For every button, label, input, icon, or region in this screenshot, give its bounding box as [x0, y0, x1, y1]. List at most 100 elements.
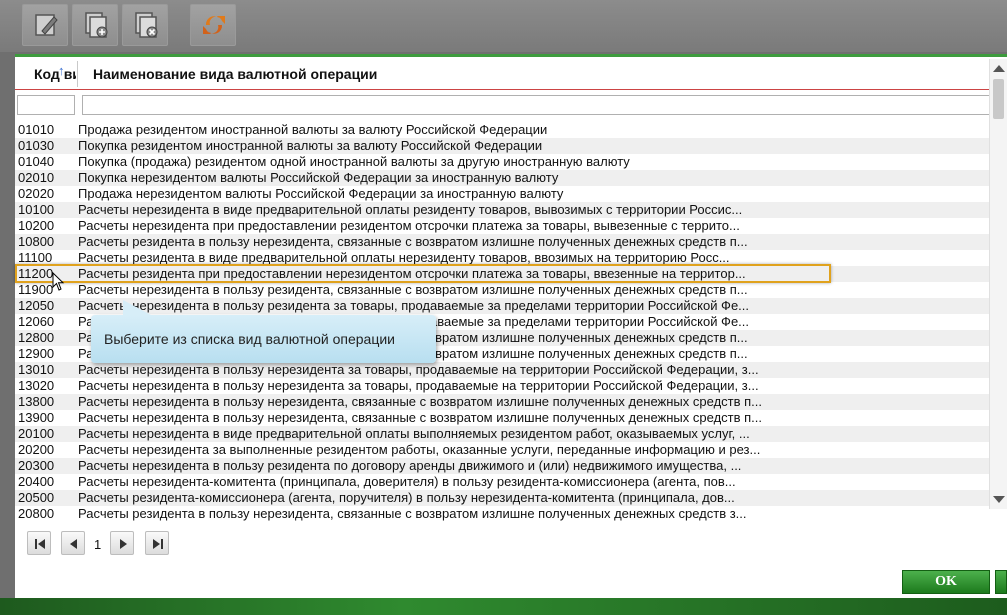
row-code: 20300 — [18, 458, 55, 473]
refresh-icon — [203, 16, 225, 34]
row-code: 20400 — [18, 474, 55, 489]
toolbar — [0, 0, 1007, 52]
next-page-icon — [120, 539, 127, 549]
row-code: 13010 — [18, 362, 55, 377]
last-page-button[interactable] — [145, 531, 169, 555]
table-row[interactable]: 20200 Расчеты нерезидента за выполненные … — [15, 442, 989, 458]
table-row[interactable]: 20800 Расчеты резидента в пользу нерезиде… — [15, 506, 989, 522]
row-name: Расчеты нерезидента при предоставлении р… — [78, 218, 740, 233]
row-code: 01030 — [18, 138, 55, 153]
scroll-up-icon[interactable] — [993, 65, 1005, 72]
delete-document-icon — [135, 12, 158, 38]
add-button[interactable] — [72, 4, 118, 46]
table-row[interactable]: 20400 Расчеты нерезидента-комитента (прин… — [15, 474, 989, 490]
row-name: Расчеты нерезидента в виде предварительн… — [78, 426, 750, 441]
edit-icon — [35, 14, 58, 36]
row-code: 12800 — [18, 330, 55, 345]
next-page-button[interactable] — [110, 531, 134, 555]
row-code: 01040 — [18, 154, 55, 169]
row-code: 12050 — [18, 298, 55, 313]
scroll-thumb[interactable] — [993, 79, 1004, 119]
table-row[interactable]: 13020 Расчеты нерезидента в пользу нерези… — [15, 378, 989, 394]
row-code: 10100 — [18, 202, 55, 217]
row-name: Расчеты нерезидента в пользу нерезидента… — [78, 394, 762, 409]
row-name: Расчеты нерезидента в пользу нерезидента… — [78, 410, 762, 425]
row-code: 20200 — [18, 442, 55, 457]
row-code: 12900 — [18, 346, 55, 361]
delete-button[interactable] — [122, 4, 168, 46]
ok-button[interactable]: OK — [902, 570, 990, 594]
table-row[interactable]: 01030 Покупка резидентом иностранной валю… — [15, 138, 989, 154]
table-row[interactable]: 20300 Расчеты нерезидента в пользу резиде… — [15, 458, 989, 474]
row-name: Покупка (продажа) резидентом одной иност… — [78, 154, 630, 169]
row-code: 20100 — [18, 426, 55, 441]
row-code: 02020 — [18, 186, 55, 201]
mouse-pointer-icon — [52, 272, 65, 291]
row-code: 20800 — [18, 506, 55, 521]
edit-button[interactable] — [22, 4, 68, 46]
table-row[interactable]: 12050 Расчеты нерезидента в пользу резиде… — [15, 298, 989, 314]
hint-tooltip: Выберите из списка вид валютной операции — [91, 300, 436, 363]
table-row[interactable]: 02020 Продажа нерезидентом валюты Российс… — [15, 186, 989, 202]
name-filter-input[interactable] — [82, 95, 1007, 115]
table-row[interactable]: 13900 Расчеты нерезидента в пользу нерези… — [15, 410, 989, 426]
previous-page-button[interactable] — [61, 531, 85, 555]
tooltip-pointer — [123, 300, 151, 315]
row-name: Расчеты нерезидента за выполненные резид… — [78, 442, 761, 457]
selected-row-highlight — [15, 264, 831, 283]
row-code: 20500 — [18, 490, 55, 505]
table-row[interactable]: 10800 Расчеты резидента в пользу нерезиде… — [15, 234, 989, 250]
sort-up-icon[interactable]: ↑ — [58, 63, 65, 78]
table-row[interactable]: 10200 Расчеты нерезидента при предоставле… — [15, 218, 989, 234]
table-row[interactable]: 01040 Покупка (продажа) резидентом одной … — [15, 154, 989, 170]
row-name: Расчеты нерезидента в пользу нерезидента… — [78, 378, 759, 393]
table-row[interactable]: 01010 Продажа резидентом иностранной валю… — [15, 122, 989, 138]
column-header-name[interactable]: Наименование вида валютной операции — [93, 66, 377, 82]
table-row[interactable]: 13010 Расчеты нерезидента в пользу нерези… — [15, 362, 989, 378]
row-code: 02010 — [18, 170, 55, 185]
table-row[interactable]: 20500 Расчеты резидента-комиссионера (аге… — [15, 490, 989, 506]
row-name: Расчеты нерезидента в пользу резидента з… — [78, 298, 750, 313]
row-name: Расчеты нерезидента в пользу резидента п… — [78, 458, 742, 473]
row-code: 13020 — [18, 378, 55, 393]
row-name: Расчеты нерезидента-комитента (принципал… — [78, 474, 736, 489]
row-code: 12060 — [18, 314, 55, 329]
first-page-button[interactable] — [27, 531, 51, 555]
add-document-icon — [85, 12, 108, 38]
row-name: Расчеты резидента в пользу нерезидента, … — [78, 234, 748, 249]
row-name: Расчеты нерезидента в виде предварительн… — [78, 202, 743, 217]
row-name: Покупка резидентом иностранной валюты за… — [78, 138, 543, 153]
table-row[interactable]: 11900 Расчеты нерезидента в пользу резиде… — [15, 282, 989, 298]
row-code: 01010 — [18, 122, 55, 137]
scroll-down-icon[interactable] — [993, 496, 1005, 503]
table-row[interactable]: 13800 Расчеты нерезидента в пользу нерези… — [15, 394, 989, 410]
row-name: Продажа нерезидентом валюты Российской Ф… — [78, 186, 564, 201]
row-code: 13900 — [18, 410, 55, 425]
row-code: 10800 — [18, 234, 55, 249]
row-name: Расчеты нерезидента в пользу резидента, … — [78, 282, 748, 297]
code-filter-input[interactable] — [17, 95, 75, 115]
vertical-scrollbar[interactable] — [989, 59, 1007, 509]
first-page-icon — [35, 539, 45, 549]
row-name: Покупка нерезидентом валюты Российской Ф… — [78, 170, 559, 185]
refresh-button[interactable] — [190, 4, 236, 46]
table-header: Код вида ↑ Наименование вида валютной оп… — [15, 57, 1007, 90]
table-row[interactable]: 10100 Расчеты нерезидента в виде предвари… — [15, 202, 989, 218]
secondary-button[interactable] — [995, 570, 1007, 594]
column-divider[interactable] — [77, 61, 78, 87]
hint-text: Выберите из списка вид валютной операции — [104, 331, 395, 347]
row-code: 13800 — [18, 394, 55, 409]
table-row[interactable]: 20100 Расчеты нерезидента в виде предвари… — [15, 426, 989, 442]
table-row[interactable]: 02010 Покупка нерезидентом валюты Российс… — [15, 170, 989, 186]
last-page-icon — [153, 539, 163, 549]
current-page-number: 1 — [94, 537, 102, 552]
column-header-code[interactable]: Код вида — [34, 66, 76, 82]
row-name: Расчеты резидента-комиссионера (агента, … — [78, 490, 735, 505]
footer-bar — [0, 598, 1007, 615]
operation-type-dialog: Код вида ↑ Наименование вида валютной оп… — [15, 54, 1007, 598]
row-code: 10200 — [18, 218, 55, 233]
previous-page-icon — [70, 539, 77, 549]
row-name: Расчеты нерезидента в пользу нерезидента… — [78, 362, 759, 377]
row-code: 11900 — [18, 282, 54, 297]
row-name: Продажа резидентом иностранной валюты за… — [78, 122, 548, 137]
